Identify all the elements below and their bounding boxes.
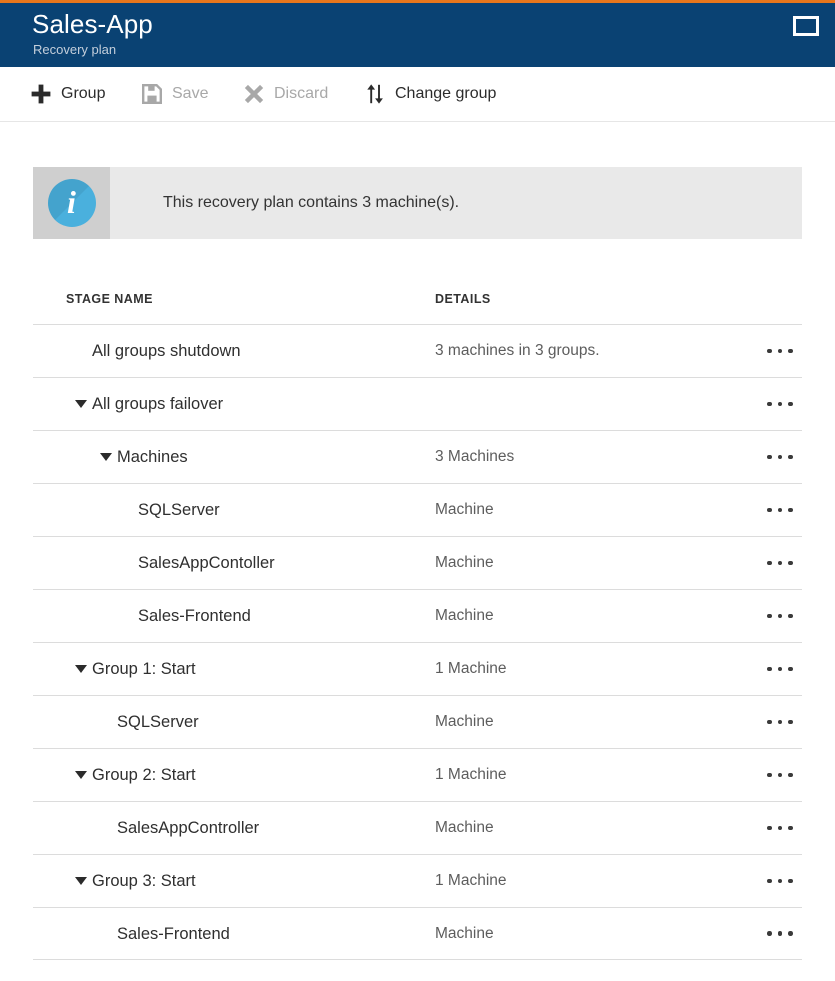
table-header-row: STAGE NAME DETAILS — [33, 282, 802, 324]
ellipsis-icon[interactable] — [758, 813, 802, 843]
row-stage-name: All groups shutdown — [92, 342, 241, 360]
table-row[interactable]: SalesAppController Machine — [33, 801, 802, 854]
row-stage-name: SQLServer — [117, 713, 199, 731]
ellipsis-icon[interactable] — [758, 389, 802, 419]
ellipsis-icon[interactable] — [758, 760, 802, 790]
caret-down-icon[interactable] — [75, 665, 87, 673]
caret-down-icon[interactable] — [100, 453, 112, 461]
row-stage-name: Group 3: Start — [92, 872, 196, 890]
change-group-label: Change group — [395, 85, 497, 102]
ellipsis-icon[interactable] — [758, 654, 802, 684]
ellipsis-icon[interactable] — [758, 495, 802, 525]
add-group-button[interactable]: Group — [30, 67, 105, 121]
table-row[interactable]: Group 1: Start 1 Machine — [33, 642, 802, 695]
sort-up-down-arrows-icon — [364, 83, 386, 105]
row-details: 3 machines in 3 groups. — [435, 342, 600, 359]
plus-icon — [30, 83, 52, 105]
caret-down-icon[interactable] — [75, 771, 87, 779]
row-details: 3 Machines — [435, 448, 515, 465]
row-details: 1 Machine — [435, 766, 507, 783]
table-row[interactable]: SalesAppContoller Machine — [33, 536, 802, 589]
row-details: Machine — [435, 554, 494, 571]
table-row[interactable]: All groups failover — [33, 377, 802, 430]
ellipsis-icon[interactable] — [758, 442, 802, 472]
save-floppy-icon — [141, 83, 163, 105]
save-label: Save — [172, 85, 209, 102]
recovery-plan-table: STAGE NAME DETAILS All groups shutdown 3 … — [33, 282, 802, 960]
row-details: 1 Machine — [435, 872, 507, 889]
column-header-stage-name: STAGE NAME — [66, 292, 153, 306]
row-stage-name: SalesAppContoller — [138, 554, 275, 572]
close-x-icon — [243, 83, 265, 105]
info-banner: i This recovery plan contains 3 machine(… — [33, 167, 802, 239]
maximize-window-icon[interactable] — [793, 16, 819, 36]
info-icon-container: i — [33, 167, 110, 239]
row-stage-name: All groups failover — [92, 395, 224, 413]
info-banner-message: This recovery plan contains 3 machine(s)… — [163, 194, 460, 211]
row-stage-name: SQLServer — [138, 501, 220, 519]
row-stage-name: Sales-Frontend — [138, 607, 251, 625]
ellipsis-icon[interactable] — [758, 919, 802, 949]
discard-label: Discard — [274, 85, 329, 102]
row-stage-name: Machines — [117, 448, 188, 466]
table-row[interactable]: Sales-Frontend Machine — [33, 589, 802, 642]
info-circle-icon: i — [47, 179, 96, 227]
row-stage-name: Group 1: Start — [92, 660, 196, 678]
table-body: All groups shutdown 3 machines in 3 group… — [33, 324, 802, 960]
table-row[interactable]: Group 2: Start 1 Machine — [33, 748, 802, 801]
ellipsis-icon[interactable] — [758, 601, 802, 631]
add-group-label: Group — [61, 85, 106, 102]
table-row[interactable]: Machines 3 Machines — [33, 430, 802, 483]
change-group-button[interactable]: Change group — [364, 67, 496, 121]
ellipsis-icon[interactable] — [758, 866, 802, 896]
recovery-plan-page: Sales-App Recovery plan Group Save Disca… — [0, 0, 835, 981]
caret-down-icon[interactable] — [75, 877, 87, 885]
row-details: Machine — [435, 713, 494, 730]
ellipsis-icon[interactable] — [758, 707, 802, 737]
ellipsis-icon[interactable] — [758, 336, 802, 366]
table-row[interactable]: SQLServer Machine — [33, 695, 802, 748]
page-title: Sales-App — [32, 9, 153, 39]
info-icon-glyph: i — [67, 184, 76, 220]
save-button[interactable]: Save — [141, 67, 208, 121]
table-row[interactable]: All groups shutdown 3 machines in 3 group… — [33, 324, 802, 377]
row-details: Machine — [435, 819, 494, 836]
discard-button[interactable]: Discard — [243, 67, 328, 121]
page-subtitle: Recovery plan — [33, 42, 117, 57]
row-details: Machine — [435, 607, 494, 624]
caret-down-icon[interactable] — [75, 400, 87, 408]
ellipsis-icon[interactable] — [758, 548, 802, 578]
row-stage-name: SalesAppController — [117, 819, 260, 837]
page-header: Sales-App Recovery plan — [0, 3, 835, 67]
row-details: Machine — [435, 924, 494, 942]
table-row[interactable]: SQLServer Machine — [33, 483, 802, 536]
table-row[interactable]: Group 3: Start 1 Machine — [33, 854, 802, 907]
row-details: 1 Machine — [435, 660, 507, 677]
table-row[interactable]: Sales-Frontend Machine — [33, 907, 802, 960]
row-stage-name: Sales-Frontend — [117, 924, 230, 943]
column-header-details: DETAILS — [435, 292, 491, 306]
row-stage-name: Group 2: Start — [92, 766, 196, 784]
command-toolbar: Group Save Discard Change group — [0, 67, 835, 122]
row-details: Machine — [435, 501, 494, 518]
